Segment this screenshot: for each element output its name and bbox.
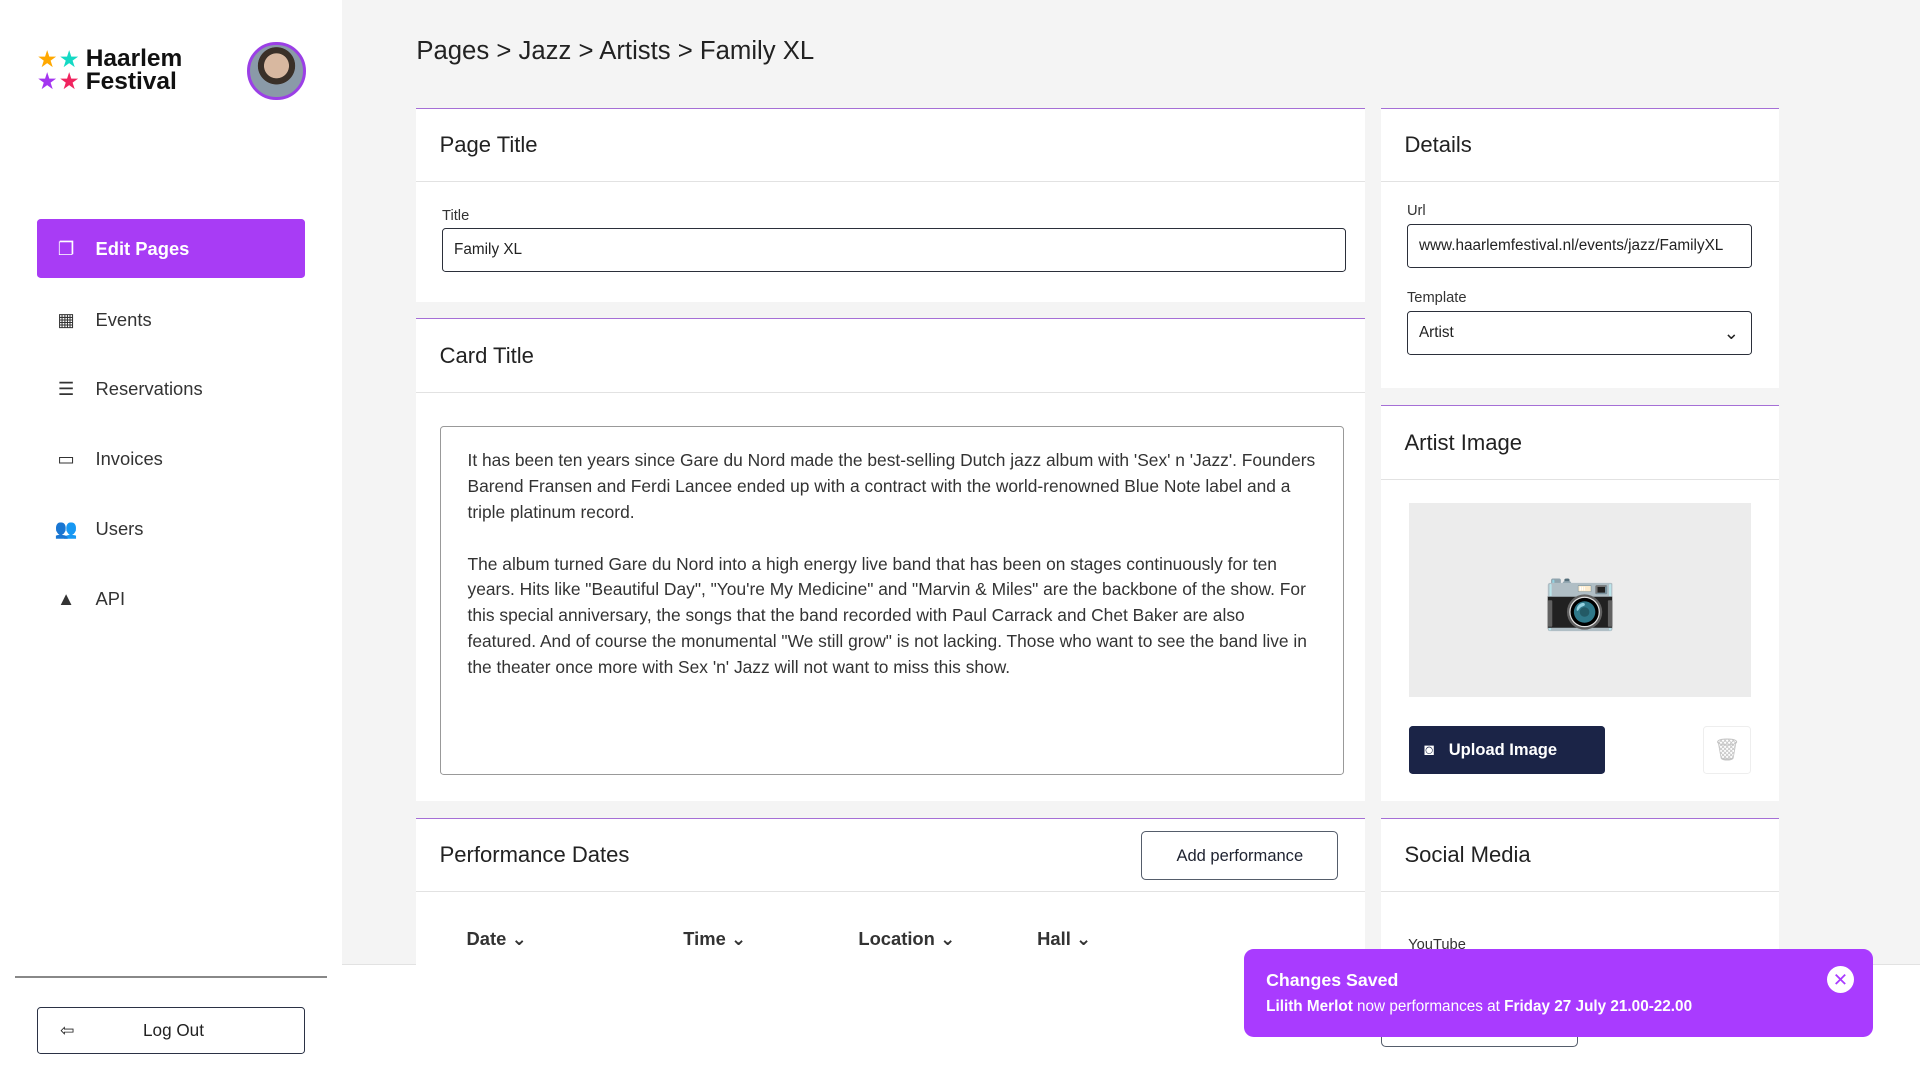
list-icon: ☰	[57, 378, 75, 400]
card-heading: Card Title	[416, 319, 1366, 393]
close-icon[interactable]: ✕	[1826, 966, 1854, 994]
users-icon: 👥	[54, 517, 78, 539]
sidebar-item-users[interactable]: 👥 Users	[37, 500, 305, 559]
column-hall[interactable]: Hall ⌄	[1037, 928, 1091, 950]
performance-time: Friday 27 July 21.00-22.00	[1504, 998, 1693, 1016]
label: Edit Pages	[95, 237, 190, 259]
sidebar-item-edit-pages[interactable]: ❐ Edit Pages	[36, 219, 305, 278]
toast-notification: Changes Saved Lilith Merlot now performa…	[1244, 948, 1874, 1038]
chevron-down-icon: ⌄	[1723, 321, 1739, 343]
label: Reservations	[95, 378, 203, 400]
page-title-card: Page Title Title Family XL	[416, 107, 1366, 303]
logout-button[interactable]: ⇦ Log Out	[36, 1006, 305, 1055]
social-media-card: Social Media YouTube	[1381, 817, 1780, 965]
sidebar-item-api[interactable]: ▲ API	[37, 569, 305, 628]
card-title-card: Card Title It has been ten years since G…	[416, 318, 1366, 801]
logo[interactable]: ★ ★ ★ ★ Haarlem Festival	[36, 44, 183, 95]
divider	[14, 975, 327, 979]
label: Hall	[1037, 928, 1071, 950]
label: Date	[466, 928, 507, 950]
selected-value: Artist	[1418, 323, 1454, 341]
url-input[interactable]: www.haarlemfestival.nl/events/jazz/Famil…	[1406, 223, 1753, 268]
artist-name: Lilith Merlot	[1266, 998, 1353, 1016]
chevron-down-icon: ⌄	[939, 928, 956, 950]
sidebar-item-events[interactable]: ▦ Events	[37, 290, 305, 349]
avatar[interactable]	[247, 41, 307, 101]
chevron-down-icon: ⌄	[730, 928, 747, 950]
sidebar-item-invoices[interactable]: ▭ Invoices	[37, 430, 305, 489]
sidebar-item-reservations[interactable]: ☰ Reservations	[37, 360, 305, 419]
sidebar: ★ ★ ★ ★ Haarlem Festival ❐ Edit Pages ▦ Events…	[0, 0, 342, 1080]
toast-title: Changes Saved	[1266, 969, 1399, 990]
calendar-icon: ▦	[57, 308, 75, 330]
label: Location	[858, 928, 935, 950]
pages-icon: ❐	[57, 237, 75, 259]
label: Time	[683, 928, 726, 950]
trash-icon[interactable]: 🗑	[1703, 725, 1752, 774]
camera-icon: ◙	[1424, 739, 1435, 759]
card-heading: Artist Image	[1381, 406, 1780, 480]
upload-image-button[interactable]: ◙ Upload Image	[1409, 725, 1606, 774]
template-select[interactable]: Artist ⌄	[1406, 310, 1753, 355]
template-label: Template	[1406, 289, 1467, 306]
title-input[interactable]: Family XL	[442, 227, 1346, 272]
add-photo-icon: 📷	[1409, 503, 1752, 697]
logo-line2: Festival	[85, 67, 177, 95]
label: Invoices	[95, 448, 163, 470]
details-card: Details Url www.haarlemfestival.nl/event…	[1381, 107, 1780, 389]
label: Events	[95, 308, 152, 330]
card-heading: Details	[1381, 109, 1780, 183]
label: Upload Image	[1448, 739, 1558, 759]
label: API	[95, 587, 126, 609]
column-time[interactable]: Time ⌄	[683, 928, 746, 950]
logo-line1: Haarlem	[85, 44, 183, 72]
column-location[interactable]: Location ⌄	[858, 928, 955, 950]
shapes-icon: ▲	[57, 587, 76, 609]
title-label: Title	[442, 207, 470, 224]
add-performance-button[interactable]: Add performance	[1141, 831, 1339, 881]
breadcrumb: Pages > Jazz > Artists > Family XL	[416, 36, 815, 65]
logout-icon: ⇦	[59, 1019, 75, 1040]
card-text-textarea[interactable]: It has been ten years since Gare du Nord…	[439, 425, 1345, 775]
message-text: now performances at	[1352, 998, 1505, 1016]
label: Log Out	[143, 1019, 204, 1040]
toast-message: Lilith Merlot now performances at Friday…	[1266, 998, 1851, 1016]
card-heading: Page Title	[416, 109, 1366, 183]
chevron-down-icon: ⌄	[511, 928, 527, 950]
chevron-down-icon: ⌄	[1075, 928, 1092, 950]
logo-stars-icon: ★ ★ ★ ★	[36, 45, 80, 94]
url-label: Url	[1406, 203, 1426, 220]
card-heading: Social Media	[1381, 819, 1780, 893]
label: Users	[95, 517, 144, 539]
artist-image-card: Artist Image 📷 ◙ Upload Image 🗑	[1381, 405, 1780, 801]
column-date[interactable]: Date ⌄	[467, 928, 527, 950]
credit-card-icon: ▭	[57, 448, 75, 470]
